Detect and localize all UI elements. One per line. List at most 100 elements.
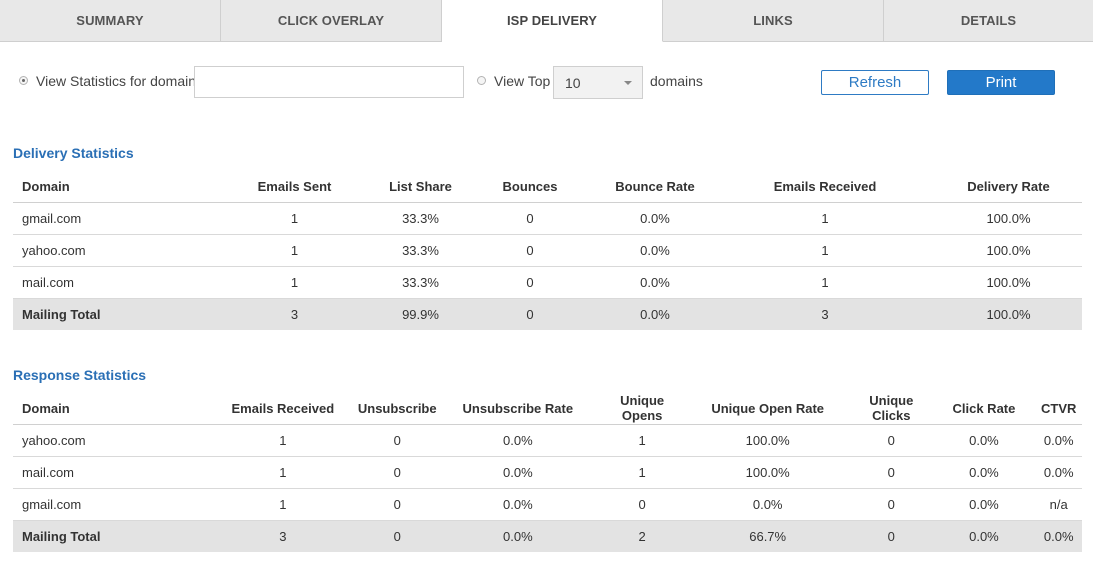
column-header: Domain bbox=[13, 392, 208, 425]
table-cell: 0 bbox=[357, 488, 437, 521]
table-cell: 1 bbox=[715, 266, 935, 299]
delivery-statistics-title: Delivery Statistics bbox=[13, 145, 134, 161]
table-cell: 0.0% bbox=[436, 456, 600, 489]
view-domain-radio[interactable] bbox=[19, 76, 28, 85]
table-cell: 1 bbox=[715, 202, 935, 235]
table-cell: 33.3% bbox=[376, 202, 465, 235]
table-cell: 0 bbox=[357, 424, 437, 457]
table-cell: 100.0% bbox=[935, 234, 1082, 267]
table-cell: 0.0% bbox=[436, 424, 600, 457]
table-cell: 0.0% bbox=[595, 202, 715, 235]
top-count-value: 10 bbox=[565, 74, 581, 91]
tab-summary[interactable]: SUMMARY bbox=[0, 0, 221, 42]
table-cell: 100.0% bbox=[935, 266, 1082, 299]
table-row: gmail.com 1 33.3% 0 0.0% 1 100.0% bbox=[13, 202, 1082, 235]
table-cell: 0.0% bbox=[932, 520, 1036, 552]
report-tabs: SUMMARY CLICK OVERLAY ISP DELIVERY LINKS… bbox=[0, 0, 1093, 43]
column-header: Emails Received bbox=[715, 170, 935, 203]
table-cell: Mailing Total bbox=[13, 520, 208, 552]
response-statistics-title: Response Statistics bbox=[13, 367, 147, 383]
table-cell: 1 bbox=[599, 456, 686, 489]
table-cell: 0 bbox=[850, 488, 933, 521]
column-header: Emails Received bbox=[207, 392, 358, 425]
table-cell: mail.com bbox=[13, 266, 213, 299]
table-cell: 3 bbox=[207, 520, 358, 552]
table-cell: 1 bbox=[207, 456, 358, 489]
table-cell: 0.0% bbox=[595, 298, 715, 330]
domain-input[interactable] bbox=[194, 66, 464, 98]
tab-isp-delivery[interactable]: ISP DELIVERY bbox=[442, 0, 663, 42]
table-cell: 1 bbox=[207, 488, 358, 521]
tab-links[interactable]: LINKS bbox=[663, 0, 884, 42]
table-cell: 0.0% bbox=[436, 520, 600, 552]
chevron-down-icon bbox=[624, 81, 632, 85]
column-header: Unique Opens bbox=[599, 392, 686, 425]
response-statistics-table: Domain Emails Received Unsubscribe Unsub… bbox=[13, 392, 1082, 552]
table-cell: 0 bbox=[599, 488, 686, 521]
table-cell: 100.0% bbox=[685, 456, 851, 489]
table-row: gmail.com 1 0 0.0% 0 0.0% 0 0.0% n/a bbox=[13, 488, 1082, 521]
table-cell: n/a bbox=[1035, 488, 1082, 521]
tab-details[interactable]: DETAILS bbox=[884, 0, 1093, 42]
table-cell: 0 bbox=[850, 520, 933, 552]
column-header: Unique Clicks bbox=[850, 392, 933, 425]
table-row: yahoo.com 1 33.3% 0 0.0% 1 100.0% bbox=[13, 234, 1082, 267]
table-cell: 1 bbox=[213, 202, 376, 235]
table-row: mail.com 1 33.3% 0 0.0% 1 100.0% bbox=[13, 266, 1082, 299]
table-header-row: Domain Emails Sent List Share Bounces Bo… bbox=[13, 170, 1082, 203]
table-cell: 2 bbox=[599, 520, 686, 552]
table-cell: 100.0% bbox=[685, 424, 851, 457]
table-cell: 100.0% bbox=[935, 298, 1082, 330]
table-cell: 0.0% bbox=[1035, 456, 1082, 489]
column-header: Unique Open Rate bbox=[685, 392, 851, 425]
table-cell: 1 bbox=[207, 424, 358, 457]
table-cell: 0 bbox=[850, 456, 933, 489]
table-cell: 0 bbox=[465, 298, 595, 330]
table-cell: 1 bbox=[213, 266, 376, 299]
table-cell: 0.0% bbox=[685, 488, 851, 521]
column-header: Domain bbox=[13, 170, 213, 203]
total-row: Mailing Total 3 0 0.0% 2 66.7% 0 0.0% 0.… bbox=[13, 520, 1082, 552]
column-header: CTVR bbox=[1035, 392, 1082, 425]
table-cell: gmail.com bbox=[13, 202, 213, 235]
table-cell: 0.0% bbox=[932, 488, 1036, 521]
table-cell: 100.0% bbox=[935, 202, 1082, 235]
table-cell: 3 bbox=[213, 298, 376, 330]
table-cell: 33.3% bbox=[376, 234, 465, 267]
table-cell: 0.0% bbox=[595, 266, 715, 299]
tab-click-overlay[interactable]: CLICK OVERLAY bbox=[221, 0, 442, 42]
table-cell: 0.0% bbox=[436, 488, 600, 521]
table-cell: gmail.com bbox=[13, 488, 208, 521]
column-header: Unsubscribe bbox=[357, 392, 437, 425]
table-cell: 1 bbox=[715, 234, 935, 267]
total-row: Mailing Total 3 99.9% 0 0.0% 3 100.0% bbox=[13, 298, 1082, 330]
table-cell: 0 bbox=[465, 266, 595, 299]
table-header-row: Domain Emails Received Unsubscribe Unsub… bbox=[13, 392, 1082, 425]
delivery-statistics-table: Domain Emails Sent List Share Bounces Bo… bbox=[13, 170, 1082, 330]
refresh-button[interactable]: Refresh bbox=[821, 70, 929, 95]
table-cell: mail.com bbox=[13, 456, 208, 489]
top-count-select[interactable]: 10 bbox=[553, 66, 643, 99]
table-row: mail.com 1 0 0.0% 1 100.0% 0 0.0% 0.0% bbox=[13, 456, 1082, 489]
table-cell: 0.0% bbox=[595, 234, 715, 267]
table-cell: 0.0% bbox=[1035, 520, 1082, 552]
view-top-radio[interactable] bbox=[477, 76, 486, 85]
table-cell: 0.0% bbox=[1035, 424, 1082, 457]
table-cell: yahoo.com bbox=[13, 424, 208, 457]
table-cell: 66.7% bbox=[685, 520, 851, 552]
print-button[interactable]: Print bbox=[947, 70, 1055, 95]
column-header: Emails Sent bbox=[213, 170, 376, 203]
table-cell: 33.3% bbox=[376, 266, 465, 299]
column-header: Unsubscribe Rate bbox=[436, 392, 600, 425]
table-cell: 1 bbox=[599, 424, 686, 457]
table-cell: 0 bbox=[357, 520, 437, 552]
column-header: Delivery Rate bbox=[935, 170, 1082, 203]
table-cell: 0.0% bbox=[932, 456, 1036, 489]
column-header: Bounce Rate bbox=[595, 170, 715, 203]
table-cell: Mailing Total bbox=[13, 298, 213, 330]
table-cell: 0 bbox=[465, 202, 595, 235]
domains-label: domains bbox=[650, 73, 703, 89]
table-cell: 99.9% bbox=[376, 298, 465, 330]
view-top-label: View Top bbox=[494, 73, 551, 89]
view-domain-label: View Statistics for domain bbox=[36, 73, 197, 89]
